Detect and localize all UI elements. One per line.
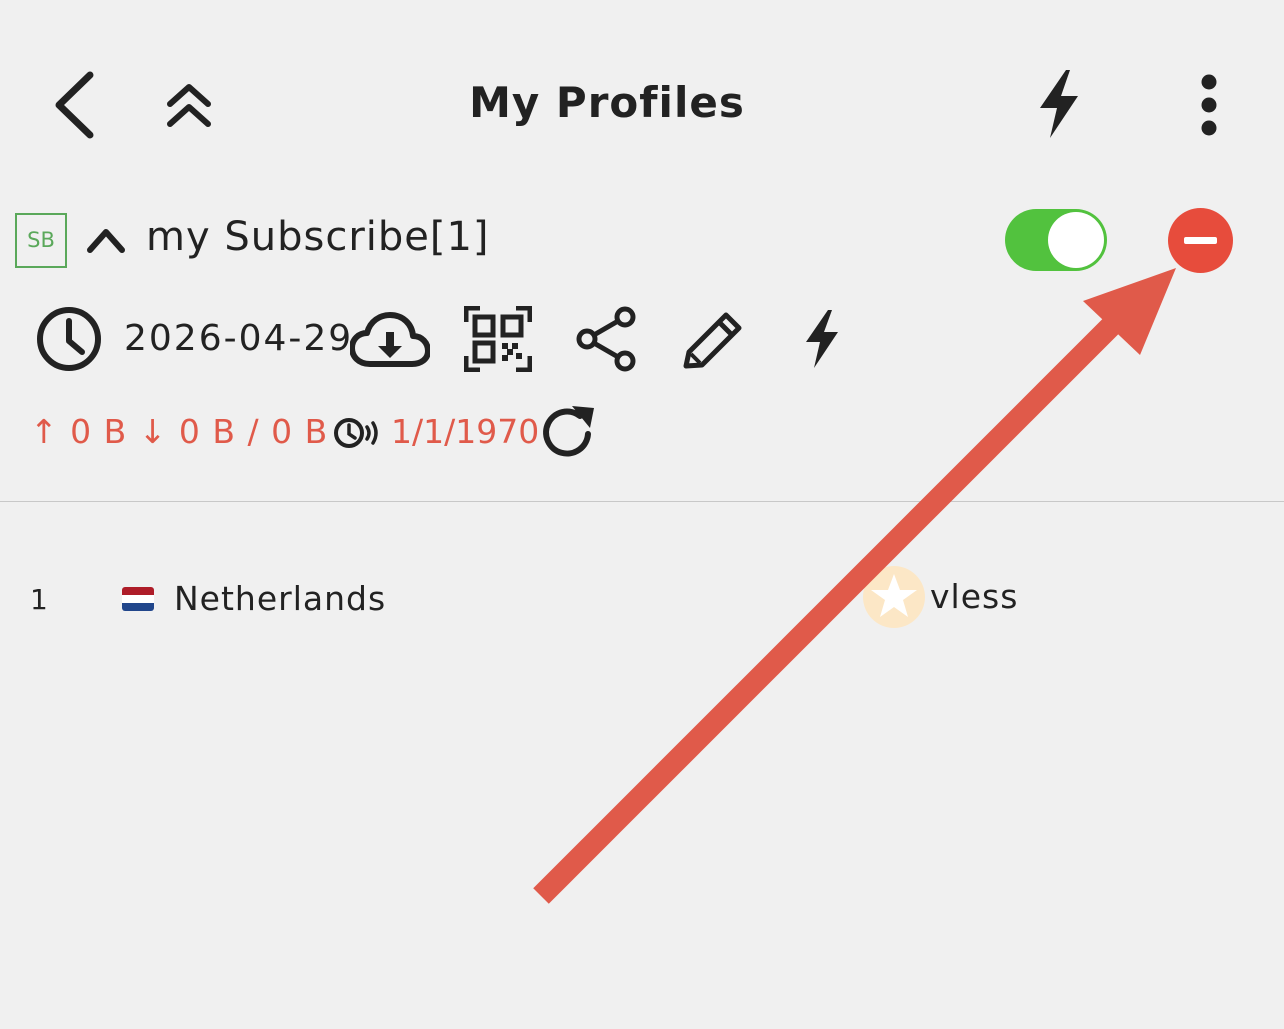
more-vertical-icon (1201, 74, 1217, 136)
speed-test-button[interactable] (1036, 68, 1082, 140)
group-name: my Subscribe[1] (146, 214, 490, 260)
traffic-usage: ↑ 0 B ↓ 0 B / 0 B (30, 412, 329, 451)
update-date: 2026-04-29 (124, 318, 354, 359)
update-time-indicator (36, 306, 102, 372)
share-icon (576, 306, 636, 372)
remove-group-button[interactable] (1168, 208, 1233, 273)
divider (0, 501, 1284, 502)
group-enable-toggle[interactable] (1005, 209, 1107, 271)
edit-icon (683, 312, 742, 369)
group-speed-test-button[interactable] (803, 308, 841, 370)
qr-code-icon (464, 306, 532, 372)
netherlands-flag-icon (122, 587, 154, 611)
more-menu-button[interactable] (1194, 74, 1224, 138)
share-button[interactable] (575, 306, 637, 372)
minus-icon (1184, 237, 1217, 244)
page-title: My Profiles (469, 78, 745, 127)
expire-date: 1/1/1970 (391, 412, 540, 451)
clock-icon (37, 307, 101, 371)
subscription-badge: SB (15, 213, 67, 268)
refresh-icon (543, 406, 594, 457)
edit-button[interactable] (682, 310, 744, 370)
profile-name: Netherlands (174, 579, 387, 618)
favorite-button[interactable] (863, 566, 925, 628)
toggle-knob (1048, 212, 1104, 268)
clock-signal-icon (334, 418, 378, 448)
collapse-group-button[interactable] (86, 224, 126, 254)
update-subscription-button[interactable] (350, 310, 430, 370)
bolt-icon (1040, 70, 1078, 138)
expire-indicator (333, 416, 383, 450)
profile-type: vless (930, 577, 1019, 616)
refresh-button[interactable] (540, 404, 596, 460)
annotation-arrow (533, 268, 1176, 904)
bolt-icon (806, 310, 838, 368)
cloud-download-icon (350, 312, 430, 367)
qr-code-button[interactable] (464, 306, 532, 372)
star-icon (871, 574, 917, 617)
chevron-up-icon (87, 229, 125, 253)
profile-index: 1 (30, 583, 48, 616)
